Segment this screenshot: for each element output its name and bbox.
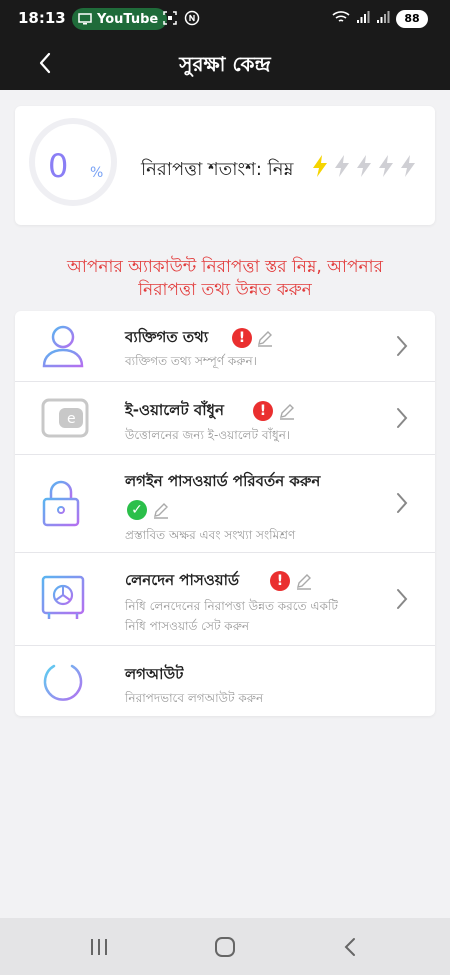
status-right-icons [332,10,390,24]
menu-item-ewallet[interactable]: e ই-ওয়ালেট বাঁধুন ! উত্তোলনের জন্য ই-ওয… [15,382,435,455]
page-title: সুরক্ষা কেন্দ্র [179,52,271,76]
bolt-icon [379,155,393,177]
chevron-right-icon [397,589,408,609]
menu-item-login-password[interactable]: লগইন পাসওয়ার্ড পরিবর্তন করুন ✓ প্রস্তাব… [15,455,435,553]
chevron-right-icon [397,336,408,356]
security-warning: আপনার অ্যাকাউন্ট নিরাপত্তা স্তর নিম্ন, আ… [20,256,430,302]
battery-indicator: 88 [396,10,428,28]
bolt-icon [357,155,371,177]
menu-item-subtitle: নিধি লেনদেনের নিরাপত্তা উন্নত করতে একটি [125,599,338,613]
power-icon [43,658,83,701]
warning-line-2: নিরাপত্তা তথ্য উন্নত করুন [138,280,312,300]
lock-icon [42,480,80,527]
menu-item-subtitle: ব্যক্তিগত তথ্য সম্পূর্ণ করুন। [125,354,257,368]
warning-icon: ! [232,328,252,348]
bolt-icon [313,155,327,177]
home-icon[interactable] [212,934,238,960]
menu-item-title: লগআউট [125,665,184,683]
warning-line-1: আপনার অ্যাকাউন্ট নিরাপত্তা স্তর নিম্ন, আ… [67,257,383,277]
system-nav-bar [0,918,450,975]
chevron-right-icon [397,493,408,513]
check-icon: ✓ [127,500,147,520]
menu-item-title: ই-ওয়ালেট বাঁধুন [125,401,224,419]
status-time: 18:13 [18,9,66,27]
nfc-icon [184,10,200,26]
signal-icon [357,11,370,23]
menu-item-subtitle-line-2: নিধি পাসওয়ার্ড সেট করুন [125,619,250,633]
chevron-right-icon [397,408,408,428]
security-menu: ব্যক্তিগত তথ্য ! ব্যক্তিগত তথ্য সম্পূর্ণ… [15,311,435,716]
menu-item-title: লগইন পাসওয়ার্ড পরিবর্তন করুন [125,472,321,490]
screenshot-icon [163,11,177,25]
score-label: নিরাপত্তা শতাংশ: নিম্ন [141,159,294,180]
youtube-pill[interactable]: YouTube [72,8,168,30]
score-value: 0 [48,147,69,185]
status-left-icons [162,10,200,26]
top-bar: সুরক্ষা কেন্দ্র [0,38,450,90]
cast-screen-icon [78,13,92,25]
signal-2-icon [377,11,390,23]
warning-icon: ! [270,571,290,591]
menu-item-subtitle: নিরাপদভাবে লগআউট করুন [125,691,264,705]
menu-item-personal-info[interactable]: ব্যক্তিগত তথ্য ! ব্যক্তিগত তথ্য সম্পূর্ণ… [15,311,435,382]
menu-item-subtitle: প্রস্তাবিত অক্ষর এবং সংখ্যা সংমিশ্রণ [125,528,296,542]
score-ring [29,118,117,206]
menu-item-logout[interactable]: লগআউট নিরাপদভাবে লগআউট করুন [15,646,435,716]
score-bolts [310,154,418,178]
safe-icon [41,575,85,619]
wifi-icon [332,11,350,22]
menu-item-title: ব্যক্তিগত তথ্য [125,328,209,346]
edit-icon[interactable] [152,501,170,519]
warning-icon: ! [253,401,273,421]
score-unit: % [90,165,104,181]
recent-apps-icon[interactable] [86,934,112,960]
edit-icon[interactable] [295,572,313,590]
menu-item-title: লেনদেন পাসওয়ার্ড [125,571,240,589]
bolt-icon [335,155,349,177]
edit-icon[interactable] [278,402,296,420]
bolt-icon [401,155,415,177]
edit-icon[interactable] [256,329,274,347]
youtube-pill-label: YouTube [97,11,159,27]
back-nav-icon[interactable] [338,934,364,960]
user-icon [42,325,84,368]
menu-item-subtitle: উত্তোলনের জন্য ই-ওয়ালেট বাঁধুন। [125,428,291,442]
status-bar: 18:13 YouTube 88 [0,0,450,38]
svg-text:e: e [67,411,76,427]
menu-item-transaction-password[interactable]: লেনদেন পাসওয়ার্ড ! নিধি লেনদেনের নিরাপত… [15,553,435,646]
wallet-icon: e [41,398,89,438]
